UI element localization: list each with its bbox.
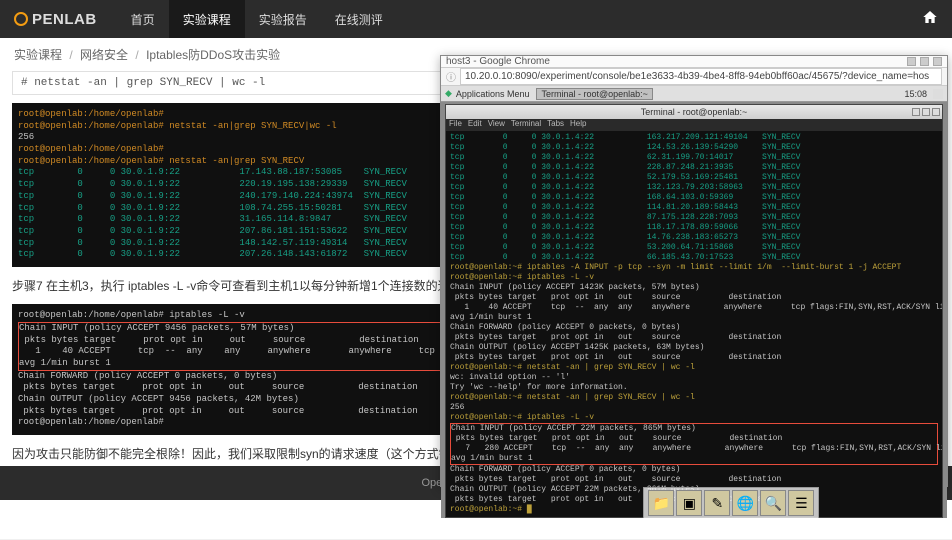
- indicator-icon[interactable]: [933, 89, 943, 99]
- logo-ring-icon: [14, 12, 28, 26]
- menu-edit[interactable]: Edit: [468, 119, 482, 131]
- taskbar-terminal[interactable]: Terminal - root@openlab:~: [536, 88, 652, 100]
- list-icon[interactable]: ☰: [788, 490, 814, 516]
- maximize-icon[interactable]: [922, 108, 930, 116]
- breadcrumb-category[interactable]: 网络安全: [80, 48, 128, 62]
- search-icon[interactable]: 🔍: [760, 490, 786, 516]
- menu-terminal[interactable]: Terminal: [511, 119, 541, 131]
- breadcrumb-courses[interactable]: 实验课程: [14, 48, 62, 62]
- nav-item-quiz[interactable]: 在线测评: [321, 0, 397, 38]
- breadcrumb-sep: /: [131, 48, 142, 62]
- menu-tabs[interactable]: Tabs: [547, 119, 564, 131]
- navbar: PENLAB 首页 实验课程 实验报告 在线测评: [0, 0, 952, 38]
- editor-icon[interactable]: ✎: [704, 490, 730, 516]
- terminal-window-controls: [912, 108, 940, 116]
- folder-icon[interactable]: 📁: [648, 490, 674, 516]
- home-icon[interactable]: [922, 9, 938, 30]
- terminal-output[interactable]: tcp 0 0 30.0.1.4:22 163.217.209.121:4910…: [446, 131, 942, 517]
- menu-file[interactable]: File: [449, 119, 462, 131]
- browser-icon[interactable]: 🌐: [732, 490, 758, 516]
- chrome-window-title: host3 - Google Chrome: [446, 56, 550, 67]
- xfce-panel: ◆ Applications Menu Terminal - root@open…: [441, 86, 947, 102]
- chrome-toolbar: ⓘ 10.20.0.10:8090/experiment/console/be1…: [441, 68, 947, 86]
- xfce-logo-icon[interactable]: ◆: [445, 88, 452, 99]
- chrome-titlebar[interactable]: host3 - Google Chrome: [441, 56, 947, 68]
- menu-view[interactable]: View: [488, 119, 505, 131]
- applications-menu[interactable]: Applications Menu: [452, 89, 534, 99]
- close-icon[interactable]: [933, 57, 942, 66]
- xfce-desktop: ◆ Applications Menu Terminal - root@open…: [441, 86, 947, 518]
- brand-text: PENLAB: [32, 11, 97, 28]
- insecure-icon[interactable]: ⓘ: [446, 69, 456, 84]
- maximize-icon[interactable]: [920, 57, 929, 66]
- breadcrumb-sep: /: [65, 48, 76, 62]
- terminal-titlebar[interactable]: Terminal - root@openlab:~: [446, 105, 942, 119]
- address-bar[interactable]: 10.20.0.10:8090/experiment/console/be1e3…: [460, 68, 942, 85]
- nav-item-home[interactable]: 首页: [117, 0, 169, 38]
- minimize-icon[interactable]: [907, 57, 916, 66]
- breadcrumb-current: Iptables防DDoS攻击实验: [146, 48, 280, 62]
- nav-items: 首页 实验课程 实验报告 在线测评: [117, 0, 397, 38]
- panel-clock: 15:08: [900, 89, 931, 99]
- chrome-window[interactable]: host3 - Google Chrome ⓘ 10.20.0.10:8090/…: [440, 55, 948, 487]
- nav-item-reports[interactable]: 实验报告: [245, 0, 321, 38]
- minimize-icon[interactable]: [912, 108, 920, 116]
- xfce-dock: 📁 ▣ ✎ 🌐 🔍 ☰: [643, 487, 819, 518]
- terminal-icon[interactable]: ▣: [676, 490, 702, 516]
- logo[interactable]: PENLAB: [14, 11, 97, 28]
- terminal-window[interactable]: Terminal - root@openlab:~ File Edit View…: [445, 104, 943, 518]
- terminal-title-text: Terminal - root@openlab:~: [641, 107, 747, 117]
- nav-item-courses[interactable]: 实验课程: [169, 0, 245, 38]
- window-controls: [907, 57, 942, 66]
- menu-help[interactable]: Help: [570, 119, 586, 131]
- close-icon[interactable]: [932, 108, 940, 116]
- terminal-menubar: File Edit View Terminal Tabs Help: [446, 119, 942, 131]
